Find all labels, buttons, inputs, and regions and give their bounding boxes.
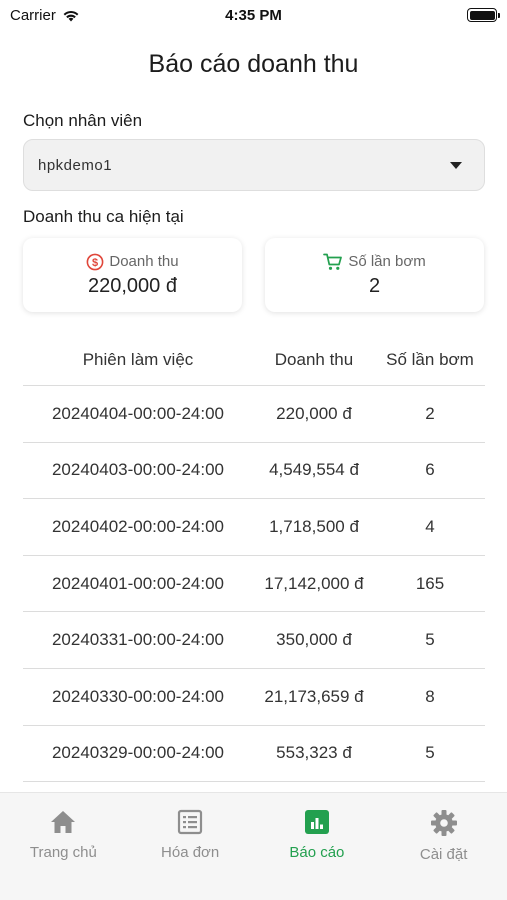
- wifi-icon: [63, 10, 79, 21]
- employee-select-value: hpkdemo1: [38, 156, 113, 174]
- header-pumps: Số lần bơm: [386, 349, 474, 369]
- table-row[interactable]: 20240403-00:00-24:00 4,549,554 đ 6: [23, 443, 485, 500]
- cell-revenue: 17,142,000 đ: [264, 573, 364, 593]
- table-header: Phiên làm việc Doanh thu Số lần bơm: [23, 334, 485, 386]
- table-row[interactable]: 20240402-00:00-24:00 1,718,500 đ 4: [23, 499, 485, 556]
- cell-pumps: 4: [425, 516, 435, 536]
- report-icon: [304, 810, 329, 834]
- cart-icon: [323, 253, 343, 270]
- employee-select[interactable]: hpkdemo1: [23, 139, 485, 191]
- page-title: Báo cáo doanh thu: [148, 50, 359, 78]
- cell-pumps: 5: [425, 630, 435, 650]
- status-left: Carrier: [10, 7, 80, 24]
- tab-invoice-label: Hóa đơn: [161, 844, 220, 861]
- cell-revenue: 220,000 đ: [276, 403, 352, 423]
- cell-revenue: 21,173,659 đ: [264, 686, 364, 706]
- pumps-card-value: 2: [368, 274, 381, 297]
- cell-session: 20240404-00:00-24:00: [51, 403, 225, 423]
- tab-home[interactable]: Trang chủ: [0, 793, 127, 900]
- header-session: Phiên làm việc: [82, 349, 194, 369]
- tab-settings[interactable]: Cài đặt: [380, 793, 507, 900]
- cell-pumps: 5: [425, 743, 435, 763]
- table-row[interactable]: 20240330-00:00-24:00 21,173,659 đ 8: [23, 669, 485, 726]
- pumps-card: Số lần bơm 2: [265, 238, 484, 312]
- table-row[interactable]: 20240401-00:00-24:00 17,142,000 đ 165: [23, 556, 485, 613]
- revenue-card-value: 220,000 đ: [88, 274, 177, 297]
- revenue-card: $ Doanh thu 220,000 đ: [23, 238, 242, 312]
- cell-session: 20240331-00:00-24:00: [51, 630, 225, 650]
- table-row[interactable]: 20240329-00:00-24:00 553,323 đ 5: [23, 726, 485, 783]
- current-shift-label: Doanh thu ca hiện tại: [23, 207, 184, 226]
- carrier-label: Carrier: [10, 6, 56, 24]
- dollar-circle-icon: $: [86, 253, 104, 270]
- cell-pumps: 2: [425, 403, 435, 423]
- cell-revenue: 1,718,500 đ: [269, 516, 359, 536]
- status-bar: Carrier 4:35 PM: [0, 0, 507, 30]
- tab-report[interactable]: Báo cáo: [254, 793, 381, 900]
- cell-pumps: 165: [415, 573, 445, 593]
- table-row[interactable]: 20240404-00:00-24:00 220,000 đ 2: [23, 386, 485, 443]
- svg-text:$: $: [92, 257, 98, 269]
- header-revenue: Doanh thu: [274, 349, 354, 369]
- cell-session: 20240402-00:00-24:00: [51, 516, 225, 536]
- tab-settings-label: Cài đặt: [419, 846, 468, 863]
- cell-session: 20240401-00:00-24:00: [51, 573, 225, 593]
- tab-invoice[interactable]: Hóa đơn: [127, 793, 254, 900]
- cell-revenue: 4,549,554 đ: [269, 460, 359, 480]
- home-icon: [51, 811, 76, 833]
- cell-revenue: 553,323 đ: [276, 743, 352, 763]
- cell-session: 20240329-00:00-24:00: [51, 743, 225, 763]
- employee-label: Chọn nhân viên: [23, 111, 143, 130]
- cell-revenue: 350,000 đ: [276, 630, 352, 650]
- cell-session: 20240330-00:00-24:00: [51, 686, 225, 706]
- tab-report-label: Báo cáo: [289, 844, 345, 861]
- battery-icon: [467, 8, 500, 22]
- sessions-table: Phiên làm việc Doanh thu Số lần bơm 2024…: [23, 334, 485, 783]
- revenue-card-label: Doanh thu: [109, 253, 179, 270]
- table-row[interactable]: 20240331-00:00-24:00 350,000 đ 5: [23, 612, 485, 669]
- caret-down-icon: [450, 161, 462, 169]
- revenue-card-header: $ Doanh thu: [86, 253, 179, 271]
- cell-session: 20240403-00:00-24:00: [51, 460, 225, 480]
- cell-pumps: 8: [425, 686, 435, 706]
- tab-home-label: Trang chủ: [29, 844, 97, 861]
- gear-icon: [430, 810, 457, 836]
- cell-pumps: 6: [425, 460, 435, 480]
- tab-bar: Trang chủ Hóa đơn Báo cáo Cài đặt: [0, 792, 507, 900]
- pumps-card-label: Số lần bơm: [348, 253, 426, 270]
- pumps-card-header: Số lần bơm: [323, 253, 426, 271]
- invoice-icon: [178, 809, 203, 835]
